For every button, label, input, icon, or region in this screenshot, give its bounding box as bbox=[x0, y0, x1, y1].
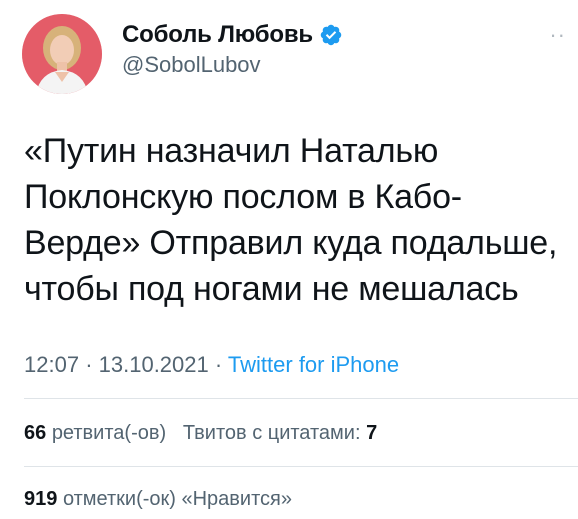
tweet-header: Соболь Любовь @SobolLubov ·· bbox=[20, 10, 568, 94]
likes-label: отметки(-ок) «Нравится» bbox=[62, 488, 292, 510]
name-row: Соболь Любовь bbox=[122, 20, 343, 50]
likes-link[interactable]: 919 отметки(-ок) «Нравится» bbox=[24, 488, 292, 510]
tweet-card: Соболь Любовь @SobolLubov ·· «Путин назн… bbox=[0, 0, 578, 519]
retweets-label: ретвита(-ов) bbox=[51, 422, 167, 444]
divider bbox=[24, 466, 578, 467]
tweet-date[interactable]: 13.10.2021 bbox=[99, 352, 209, 377]
likes-stats-row: 919 отметки(-ок) «Нравится» bbox=[24, 488, 292, 511]
author-block: Соболь Любовь @SobolLubov bbox=[122, 20, 343, 78]
quotes-label: Твитов с цитатами: bbox=[182, 422, 361, 444]
divider bbox=[24, 398, 578, 399]
author-username[interactable]: @SobolLubov bbox=[122, 52, 343, 78]
avatar-image bbox=[22, 14, 102, 94]
tweet-meta: 12:07 · 13.10.2021 · Twitter for iPhone bbox=[24, 352, 399, 378]
likes-count: 919 bbox=[24, 488, 58, 510]
tweet-text: «Путин назначил Наталью Поклонскую посло… bbox=[24, 132, 558, 308]
retweets-link[interactable]: 66 ретвита(-ов) bbox=[24, 422, 166, 444]
author-display-name[interactable]: Соболь Любовь bbox=[122, 21, 313, 49]
tweet-time[interactable]: 12:07 bbox=[24, 352, 79, 377]
tweet-source-link[interactable]: Twitter for iPhone bbox=[228, 352, 399, 377]
verified-badge-icon bbox=[319, 23, 343, 47]
more-options-icon[interactable]: ·· bbox=[549, 24, 566, 46]
avatar[interactable] bbox=[22, 14, 102, 94]
meta-separator: · bbox=[214, 352, 223, 377]
retweet-stats-row: 66 ретвита(-ов) Твитов с цитатами: 7 bbox=[24, 422, 377, 445]
meta-separator: · bbox=[85, 352, 93, 377]
quotes-count: 7 bbox=[366, 422, 378, 444]
quotes-link[interactable]: Твитов с цитатами: 7 bbox=[183, 422, 377, 444]
retweets-count: 66 bbox=[24, 422, 47, 444]
